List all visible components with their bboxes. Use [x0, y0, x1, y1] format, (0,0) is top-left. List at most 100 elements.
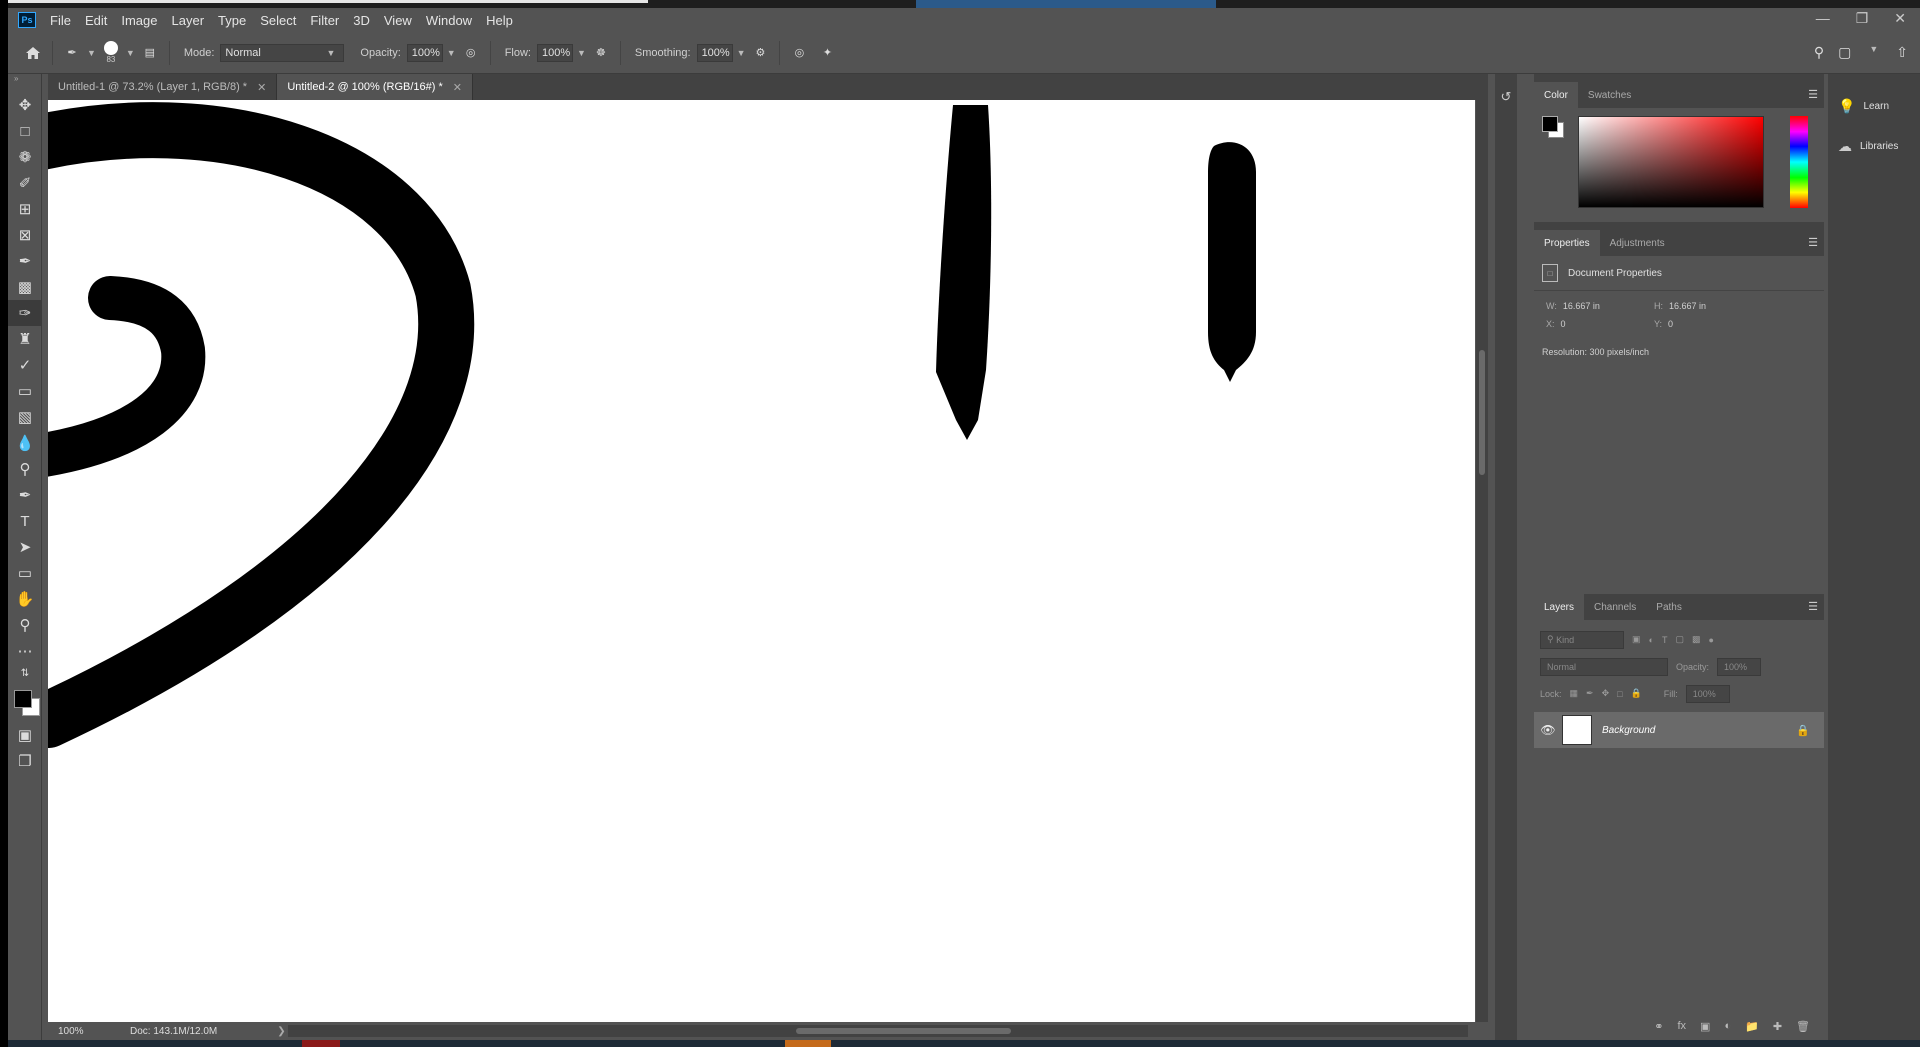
link-layers-icon[interactable]: ⚭	[1654, 1020, 1663, 1033]
dodge-tool-icon[interactable]: ⚲	[8, 456, 42, 482]
y-value[interactable]: 0	[1668, 319, 1673, 329]
tab-untitled-2[interactable]: Untitled-2 @ 100% (RGB/16#) * ✕	[277, 74, 473, 100]
lock-position-icon[interactable]: ✥	[1602, 688, 1610, 699]
fill-input[interactable]: 100%	[1685, 684, 1730, 703]
lock-artboard-icon[interactable]: □	[1617, 689, 1622, 699]
blur-tool-icon[interactable]: 💧	[8, 430, 42, 456]
taskbar-item[interactable]	[302, 1040, 340, 1047]
type-filter-icon[interactable]: T	[1662, 635, 1668, 645]
color-swatches[interactable]	[8, 682, 42, 722]
menu-window[interactable]: Window	[426, 13, 472, 28]
new-group-icon[interactable]: 📁	[1745, 1020, 1759, 1033]
zoom-tool-icon[interactable]: ⚲	[8, 612, 42, 638]
restore-icon[interactable]: ❐	[1856, 10, 1869, 27]
history-brush-tool-icon[interactable]: ✓	[8, 352, 42, 378]
panel-menu-icon[interactable]: ☰	[1808, 600, 1818, 613]
history-panel-icon[interactable]: ↺	[1495, 82, 1517, 112]
brush-preset-icon[interactable]: ✒	[61, 42, 83, 64]
symmetry-icon[interactable]: ✦	[816, 42, 838, 64]
smart-object-filter-icon[interactable]: ▩	[1692, 634, 1701, 645]
width-value[interactable]: 16.667 in	[1563, 301, 1600, 311]
move-tool-icon[interactable]: ✥	[8, 92, 42, 118]
document-canvas[interactable]	[48, 100, 1475, 1022]
menu-view[interactable]: View	[384, 13, 412, 28]
pressure-opacity-icon[interactable]: ◎	[460, 42, 482, 64]
chevron-down-icon[interactable]: ▼	[1869, 44, 1878, 61]
menu-image[interactable]: Image	[121, 13, 157, 28]
tab-color[interactable]: Color	[1534, 82, 1578, 108]
layer-row-background[interactable]: 👁 Background 🔒	[1534, 712, 1824, 748]
chevron-down-icon[interactable]: ▼	[737, 48, 746, 58]
mode-select[interactable]: Normal ▼	[220, 43, 345, 62]
menu-type[interactable]: Type	[218, 13, 246, 28]
gradient-tool-icon[interactable]: ▧	[8, 404, 42, 430]
adjustment-filter-icon[interactable]: ◐	[1649, 635, 1654, 645]
shape-filter-icon[interactable]: ▢	[1675, 634, 1684, 645]
zoom-level[interactable]: 100%	[58, 1026, 128, 1037]
type-tool-icon[interactable]: T	[8, 508, 42, 534]
hand-tool-icon[interactable]: ✋	[8, 586, 42, 612]
blend-mode-select[interactable]: Normal	[1540, 657, 1668, 676]
panel-menu-icon[interactable]: ☰	[1808, 236, 1818, 249]
tab-untitled-1[interactable]: Untitled-1 @ 73.2% (Layer 1, RGB/8) * ✕	[48, 74, 278, 100]
new-layer-icon[interactable]: ✚	[1773, 1020, 1782, 1033]
menu-select[interactable]: Select	[260, 13, 296, 28]
lasso-tool-icon[interactable]: ❁	[8, 144, 42, 170]
layer-kind-filter[interactable]: ⚲ Kind	[1540, 630, 1624, 649]
saturation-brightness-field[interactable]	[1578, 116, 1764, 208]
crop-tool-icon[interactable]: ⊞	[8, 196, 42, 222]
close-icon[interactable]: ✕	[453, 81, 462, 94]
flow-input[interactable]: 100%	[536, 43, 573, 62]
tab-paths[interactable]: Paths	[1646, 594, 1692, 620]
vertical-scrollbar[interactable]	[1476, 100, 1488, 1022]
horizontal-scrollbar[interactable]	[288, 1025, 1468, 1037]
layer-opacity-input[interactable]: 100%	[1717, 657, 1762, 676]
marquee-tool-icon[interactable]: □	[8, 118, 42, 144]
quick-mask-icon[interactable]: ▣	[8, 722, 42, 748]
chevron-down-icon[interactable]: ▼	[126, 48, 135, 58]
x-value[interactable]: 0	[1561, 319, 1566, 329]
lock-pixels-icon[interactable]: ✒	[1586, 688, 1594, 699]
hue-slider[interactable]	[1790, 116, 1808, 208]
pressure-size-icon[interactable]: ◎	[788, 42, 810, 64]
close-icon[interactable]: ✕	[257, 81, 266, 94]
quick-selection-tool-icon[interactable]: ✐	[8, 170, 42, 196]
tab-layers[interactable]: Layers	[1534, 594, 1585, 620]
eyedropper-tool-icon[interactable]: ✒	[8, 248, 42, 274]
workspace-icon[interactable]: ▢	[1838, 44, 1851, 61]
chevron-down-icon[interactable]: ▼	[87, 48, 96, 58]
smoothing-options-icon[interactable]: ⚙	[749, 42, 771, 64]
minimize-icon[interactable]: —	[1816, 10, 1830, 27]
add-mask-icon[interactable]: ▣	[1700, 1020, 1710, 1033]
rectangle-tool-icon[interactable]: ▭	[8, 560, 42, 586]
swap-colors-icon[interactable]: ⇅	[8, 664, 42, 682]
foreground-color-swatch[interactable]	[1542, 116, 1558, 132]
collapse-arrows-icon[interactable]: »	[8, 74, 41, 92]
panel-menu-icon[interactable]: ☰	[1808, 88, 1818, 101]
layer-name[interactable]: Background	[1602, 725, 1796, 736]
eraser-tool-icon[interactable]: ▭	[8, 378, 42, 404]
smoothing-input[interactable]: 100%	[696, 43, 733, 62]
lock-all-icon[interactable]: 🔒	[1631, 688, 1642, 699]
layer-style-icon[interactable]: fx	[1677, 1020, 1686, 1032]
taskbar-item[interactable]	[785, 1040, 831, 1047]
libraries-button[interactable]: ☁ Libraries	[1828, 126, 1920, 166]
foreground-color-swatch[interactable]	[14, 690, 32, 708]
search-icon[interactable]: ⚲	[1814, 44, 1824, 61]
brush-settings-icon[interactable]: ▤	[139, 42, 161, 64]
menu-edit[interactable]: Edit	[85, 13, 107, 28]
learn-button[interactable]: 💡 Learn	[1828, 86, 1920, 126]
chevron-down-icon[interactable]: ▼	[447, 48, 456, 58]
height-value[interactable]: 16.667 in	[1669, 301, 1706, 311]
adjustment-layer-icon[interactable]: ◐	[1724, 1020, 1731, 1032]
screen-mode-icon[interactable]: ❐	[8, 748, 42, 774]
pixel-filter-icon[interactable]: ▣	[1632, 634, 1641, 645]
tab-channels[interactable]: Channels	[1584, 594, 1646, 620]
brush-size-picker[interactable]: 83	[103, 41, 118, 64]
clone-stamp-tool-icon[interactable]: ♜	[8, 326, 42, 352]
menu-file[interactable]: File	[50, 13, 71, 28]
tab-swatches[interactable]: Swatches	[1578, 82, 1641, 108]
menu-filter[interactable]: Filter	[310, 13, 339, 28]
airbrush-icon[interactable]: ☸	[590, 42, 612, 64]
brush-tool-icon[interactable]: ✑	[8, 300, 42, 326]
